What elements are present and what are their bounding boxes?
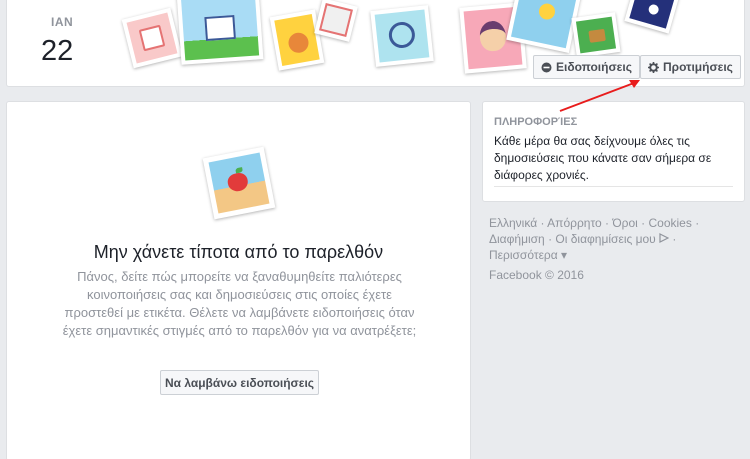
info-card: ΠΛΗΡΟΦΟΡΊΕΣ Κάθε μέρα θα σας δείχνουμε ό… [482, 101, 745, 202]
info-title: ΠΛΗΡΟΦΟΡΊΕΣ [494, 116, 578, 128]
footer-link-more[interactable]: Περισσότερα [489, 248, 558, 262]
caret-down-icon: ▾ [561, 248, 568, 262]
apple-photo [202, 146, 276, 220]
house-icon [204, 14, 236, 42]
date-day: 22 [41, 35, 74, 67]
divider [494, 186, 733, 187]
footer-link-terms[interactable]: Όροι [612, 216, 637, 230]
date-month: ΙΑΝ [51, 15, 74, 29]
plate-icon [387, 20, 417, 50]
footer-link-privacy[interactable]: Απόρρητο [547, 216, 602, 230]
get-notifications-button[interactable]: Να λαμβάνω ειδοποιήσεις [160, 370, 319, 395]
red-arrow-annotation [559, 80, 640, 112]
minus-circle-icon [541, 62, 552, 73]
notifications-button-label: Ειδοποιήσεις [556, 60, 632, 74]
dinner-photo [370, 5, 434, 67]
copyright: Facebook © 2016 [489, 268, 584, 282]
footer-link-adchoices[interactable]: Οι διαφημίσεις μου [555, 232, 655, 246]
house-photo [176, 0, 264, 65]
footer: Ελληνικά · Απόρρητο · Όροι · Cookies · Δ… [489, 215, 739, 283]
cat-icon [286, 31, 311, 55]
gear-icon [648, 61, 659, 73]
night-photo [624, 0, 680, 34]
cat-photo [269, 9, 325, 71]
preferences-button[interactable]: Προτιμήσεις [640, 55, 741, 79]
footer-link-language[interactable]: Ελληνικά [489, 216, 537, 230]
footer-link-advertising[interactable]: Διαφήμιση [489, 232, 545, 246]
main-description: Πάνος, δείτε πώς μπορείτε να ξαναθυμηθεί… [62, 269, 417, 338]
person-icon [478, 19, 508, 53]
footer-link-cookies[interactable]: Cookies [649, 216, 692, 230]
briefcase-icon [588, 28, 606, 43]
preferences-button-label: Προτιμήσεις [663, 60, 733, 74]
info-text: Κάθε μέρα θα σας δείχνουμε όλες τις δημο… [494, 134, 712, 182]
calendar-icon [138, 24, 166, 52]
main-card: Μην χάνετε τίποτα από το παρελθόν Πάνος,… [6, 101, 471, 459]
header-banner: ΙΑΝ 22 Ειδοποιήσεις Προτιμήσεις [6, 0, 745, 87]
note-photo [314, 0, 358, 42]
sun-icon [537, 2, 557, 22]
adchoices-icon [659, 232, 670, 246]
moon-icon [647, 3, 660, 16]
main-title: Μην χάνετε τίποτα από το παρελθόν [93, 242, 384, 262]
briefcase-photo [571, 12, 621, 58]
calendar-photo [121, 7, 183, 69]
apple-icon [226, 171, 250, 193]
